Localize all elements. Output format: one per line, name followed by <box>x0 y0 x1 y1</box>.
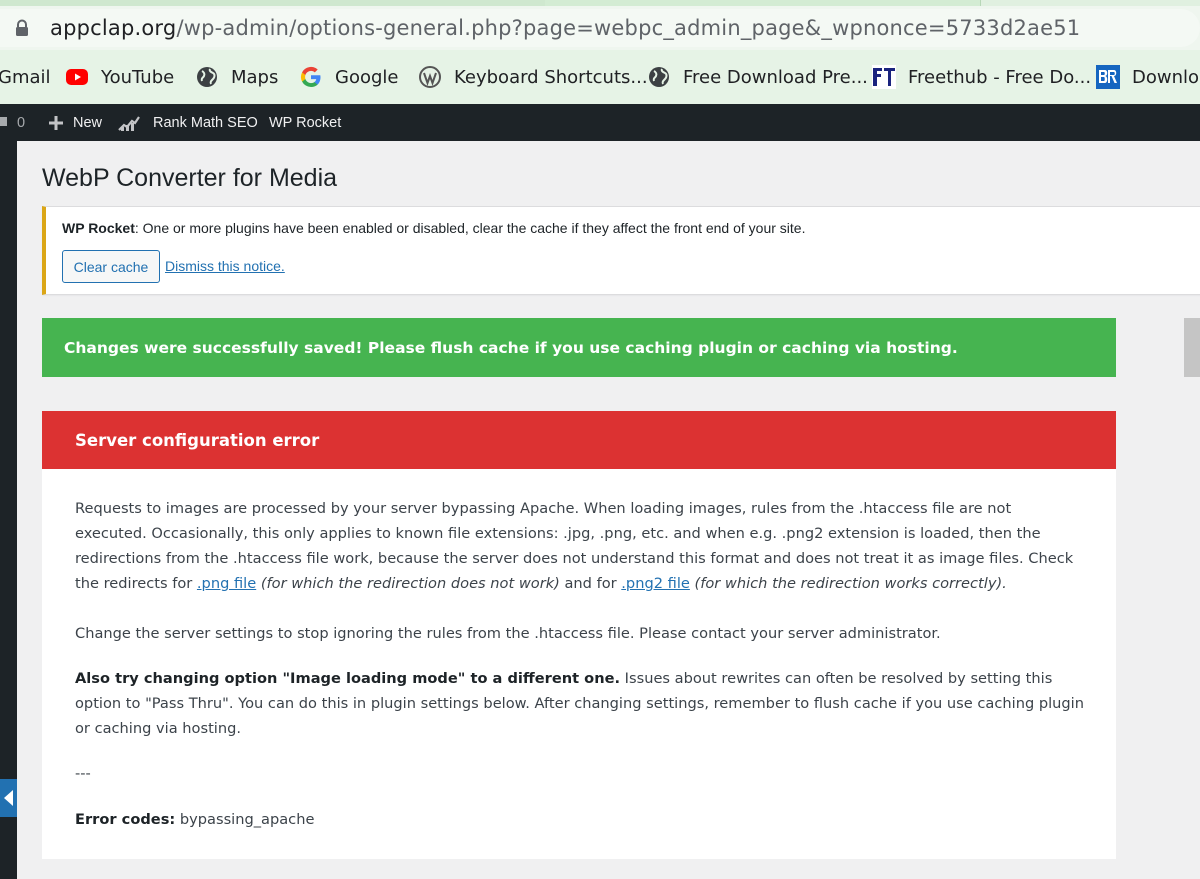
globe-icon <box>649 67 669 87</box>
png-file-note: (for which the redirection does not work… <box>260 575 560 592</box>
bookmark-label: Keyboard Shortcuts... <box>454 66 648 88</box>
error-paragraph-3: Also try changing option "Image loading … <box>75 666 1085 741</box>
png2-file-link[interactable]: .png2 file <box>621 575 690 592</box>
bookmark-google[interactable]: Google <box>299 50 398 104</box>
error-body: Requests to images are processed by your… <box>42 469 1116 859</box>
google-icon <box>300 66 321 88</box>
bookmark-label: Freethub - Free Do... <box>908 66 1092 88</box>
new-label: New <box>73 114 103 131</box>
and-for-text: and for <box>559 575 622 592</box>
bookmark-label: Downloa <box>1132 66 1200 88</box>
rank-math-label: Rank Math SEO <box>153 114 258 131</box>
bookmark-label: Free Download Pre... <box>683 66 868 88</box>
clear-cache-button[interactable]: Clear cache <box>62 250 160 283</box>
admin-sidebar <box>0 141 17 879</box>
bookmark-freethub[interactable]: Freethub - Free Do... <box>872 50 1091 104</box>
rank-math-icon <box>118 115 140 131</box>
plus-icon <box>49 115 63 130</box>
youtube-icon <box>66 69 88 85</box>
notice-text: WP Rocket: One or more plugins have been… <box>62 220 805 236</box>
comment-icon <box>0 116 7 126</box>
url-path: /wp-admin/options-general.php?page=webpc… <box>176 16 1081 40</box>
adminbar-rank-math[interactable]: Rank Math SEO <box>118 104 258 141</box>
success-message: Changes were successfully saved! Please … <box>42 318 1116 377</box>
bookmark-free-download[interactable]: Free Download Pre... <box>647 50 868 104</box>
bookmark-label: Google <box>335 66 399 88</box>
bookmarks-bar: Gmail YouTube Maps Google Keyboard Short… <box>0 50 1200 104</box>
scrollbar-thumb[interactable] <box>1184 318 1200 377</box>
bookmark-youtube[interactable]: YouTube <box>65 50 174 104</box>
bookmark-gmail[interactable]: Gmail <box>0 50 51 104</box>
adminbar-comments[interactable]: 0 <box>0 104 25 141</box>
error-codes-label: Error codes: <box>75 811 176 828</box>
url-text[interactable]: appclap.org/wp-admin/options-general.php… <box>50 16 1080 40</box>
current-menu-indicator[interactable] <box>0 779 17 817</box>
adminbar-new[interactable]: New <box>48 104 102 141</box>
br-icon <box>1096 65 1120 89</box>
notice-plugin-name: WP Rocket <box>62 220 135 236</box>
error-separator: --- <box>75 765 91 782</box>
error-codes: Error codes: bypassing_apache <box>75 807 1085 832</box>
lock-icon[interactable] <box>14 19 30 37</box>
page-title: WebP Converter for Media <box>42 164 338 192</box>
notice-message: : One or more plugins have been enabled … <box>134 220 806 236</box>
bookmark-label: YouTube <box>101 66 175 88</box>
freethub-icon <box>872 65 896 89</box>
error-title: Server configuration error <box>42 411 1116 469</box>
wp-admin-bar: 0 New Rank Math SEO WP Rocket <box>0 104 1200 141</box>
wp-rocket-notice: WP Rocket: One or more plugins have been… <box>42 206 1200 295</box>
url-host: appclap.org <box>50 16 177 40</box>
dismiss-notice-link[interactable]: Dismiss this notice. <box>165 258 285 274</box>
bookmark-label: Maps <box>231 66 279 88</box>
bookmark-label: Gmail <box>0 66 51 88</box>
bookmark-download[interactable]: Downloa <box>1096 50 1200 104</box>
menu-arrow-icon <box>4 790 13 806</box>
address-bar[interactable]: appclap.org/wp-admin/options-general.php… <box>0 6 1200 50</box>
wp-rocket-label: WP Rocket <box>269 114 342 131</box>
comments-count: 0 <box>17 114 26 131</box>
error-paragraph-1: Requests to images are processed by your… <box>75 496 1085 596</box>
adminbar-wp-rocket[interactable]: WP Rocket <box>269 104 341 141</box>
png2-file-note: (for which the redirection works correct… <box>694 575 1007 592</box>
bookmark-maps[interactable]: Maps <box>195 50 278 104</box>
error-codes-value: bypassing_apache <box>175 811 315 828</box>
error-p3-strong: Also try changing option "Image loading … <box>75 670 621 687</box>
error-paragraph-2: Change the server settings to stop ignor… <box>75 625 941 642</box>
globe-icon <box>197 67 217 87</box>
wordpress-icon <box>419 66 441 88</box>
bookmark-keyboard-shortcuts[interactable]: Keyboard Shortcuts... <box>418 50 648 104</box>
png-file-link[interactable]: .png file <box>197 575 256 592</box>
